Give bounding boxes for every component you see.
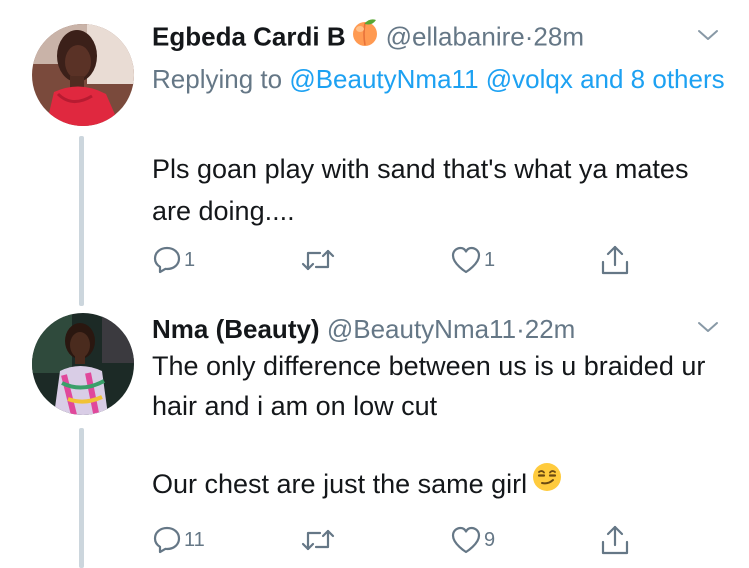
tweet[interactable]: Nma (Beauty) @BeautyNma11·22m The only d… <box>0 298 749 568</box>
reply-count: 11 <box>184 528 205 551</box>
share-button[interactable] <box>600 520 630 560</box>
separator-dot: · <box>516 314 525 344</box>
retweet-button[interactable] <box>300 520 338 560</box>
avatar[interactable] <box>32 24 134 126</box>
tweet-text: Pls goan play with sand that's what ya m… <box>152 148 722 232</box>
tweet[interactable]: Egbeda Cardi B @ellabanire·28m Replying … <box>0 0 749 306</box>
replying-to-label: Replying to <box>152 64 283 94</box>
tweet-header: Egbeda Cardi B @ellabanire·28m <box>152 17 584 57</box>
reply-button[interactable]: 11 <box>152 520 205 560</box>
action-bar: 1 1 <box>152 240 672 280</box>
tweet-paragraph-text: Our chest are just the same girl <box>152 469 528 499</box>
display-name[interactable]: Nma (Beauty) <box>152 314 320 344</box>
timestamp[interactable]: 28m <box>533 21 584 51</box>
timestamp[interactable]: 22m <box>525 314 576 344</box>
chevron-down-icon[interactable] <box>697 320 719 334</box>
tweet-header: Nma (Beauty) @BeautyNma11·22m <box>152 313 575 345</box>
display-name[interactable]: Egbeda Cardi B <box>152 21 346 51</box>
heart-outline-icon <box>451 526 481 554</box>
share-upload-icon <box>601 245 629 275</box>
retweet-arrows-icon <box>301 249 335 271</box>
like-count: 1 <box>484 248 496 271</box>
share-upload-icon <box>601 525 629 555</box>
replying-to: Replying to @BeautyNma11 @volqx and 8 ot… <box>152 58 732 101</box>
thread-line <box>79 428 84 568</box>
like-count: 9 <box>484 528 496 551</box>
smirking-face-emoji-icon <box>531 461 563 504</box>
reply-count: 1 <box>184 248 196 271</box>
retweet-arrows-icon <box>301 529 335 551</box>
like-button[interactable]: 1 <box>450 240 495 280</box>
reply-button[interactable]: 1 <box>152 240 195 280</box>
speech-bubble-icon <box>153 246 181 274</box>
like-button[interactable]: 9 <box>450 520 495 560</box>
avatar[interactable] <box>32 313 134 415</box>
tweet-text: The only difference between us is u brai… <box>152 346 722 507</box>
action-bar: 11 9 <box>152 520 672 560</box>
replying-to-link[interactable]: @BeautyNma11 @volqx and 8 others <box>289 64 724 94</box>
heart-outline-icon <box>451 246 481 274</box>
tweet-paragraph: The only difference between us is u brai… <box>152 351 706 421</box>
share-button[interactable] <box>600 240 630 280</box>
retweet-button[interactable] <box>300 240 338 280</box>
tweet-paragraph: Pls goan play with sand that's what ya m… <box>152 154 689 226</box>
chevron-down-icon[interactable] <box>697 28 719 42</box>
peach-emoji-icon <box>350 17 380 54</box>
tweet-paragraph: Our chest are just the same girl <box>152 461 722 507</box>
thread-line <box>79 136 84 306</box>
user-handle[interactable]: @ellabanire <box>386 21 525 51</box>
user-handle[interactable]: @BeautyNma11 <box>327 314 516 344</box>
speech-bubble-icon <box>153 526 181 554</box>
